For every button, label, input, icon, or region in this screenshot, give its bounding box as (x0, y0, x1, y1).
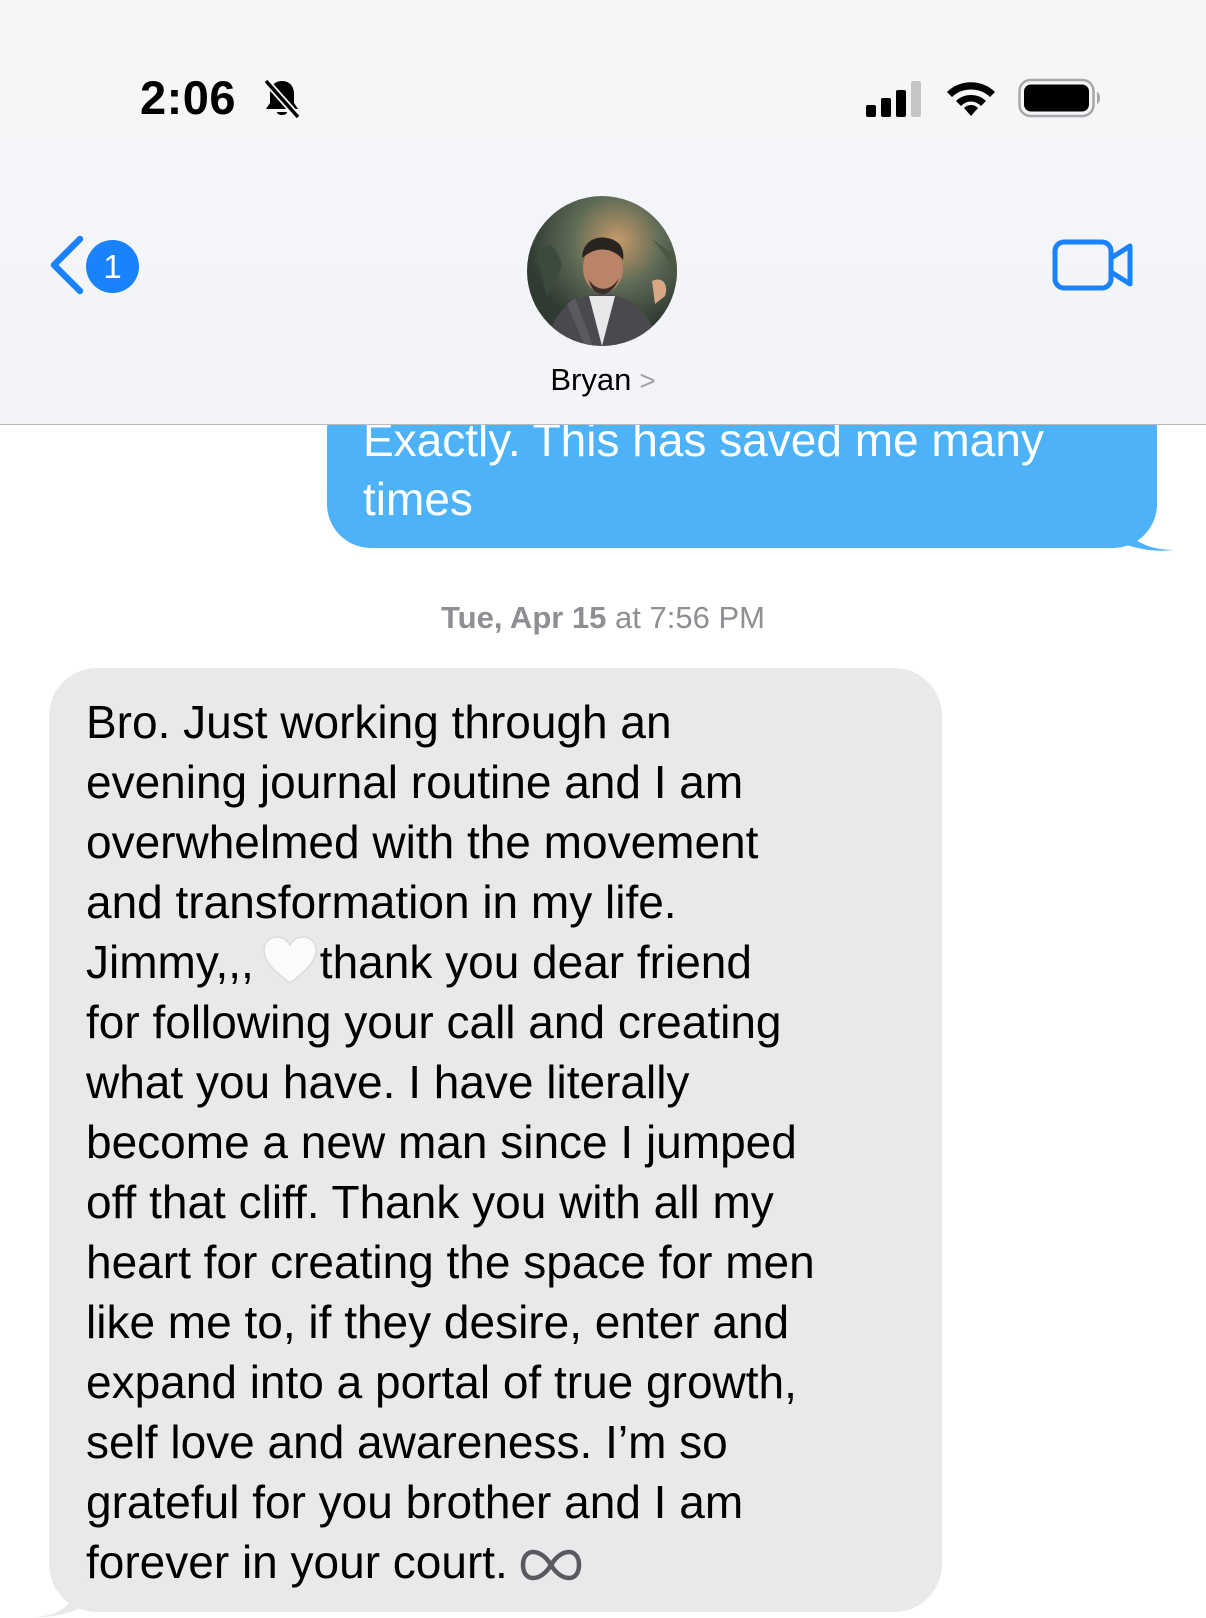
bell-slash-icon (263, 78, 301, 120)
message-timestamp: Tue, Apr 15 at 7:56 PM (0, 600, 1206, 636)
cellular-signal-icon (866, 81, 921, 117)
timestamp-day: Tue, Apr 15 (441, 600, 607, 635)
incoming-message-line: heart for creating the space for men (86, 1236, 815, 1288)
contact-name-button[interactable]: Bryan > (0, 362, 1206, 398)
conversation-header: 2:06 1 Bryan > (0, 0, 1206, 425)
battery-icon (1018, 78, 1100, 118)
incoming-message-line: evening journal routine and I am (86, 756, 744, 808)
contact-name: Bryan (550, 362, 632, 397)
unread-count-badge: 1 (86, 240, 139, 293)
incoming-message-line: grateful for you brother and I am (86, 1476, 744, 1528)
outgoing-bubble-tail (1118, 500, 1174, 551)
contact-avatar[interactable] (527, 196, 677, 346)
incoming-message-line: become a new man since I jumped (86, 1116, 797, 1168)
incoming-bubble-tail (32, 1560, 88, 1618)
incoming-message-bubble[interactable]: Bro. Just working through an evening jou… (49, 668, 942, 1612)
incoming-message-line: what you have. I have literally (86, 1056, 690, 1108)
incoming-message-line: for following your call and creating (86, 996, 782, 1048)
incoming-message-line: Bro. Just working through an (86, 696, 672, 748)
incoming-message-line: like me to, if they desire, enter and (86, 1296, 790, 1348)
video-camera-icon[interactable] (1052, 238, 1134, 292)
chevron-right-icon: > (639, 365, 656, 396)
incoming-message-text: Jimmy,,, (86, 936, 254, 988)
outgoing-message-line: times (363, 473, 473, 525)
incoming-message-line: off that cliff. Thank you with all my (86, 1176, 774, 1228)
incoming-message-line: Jimmy,,, thank you dear friend (86, 932, 912, 992)
status-time: 2:06 (140, 71, 237, 124)
incoming-message-line: self love and awareness. I’m so (86, 1416, 728, 1468)
incoming-message-text: thank you dear friend (319, 936, 752, 988)
timestamp-time: at 7:56 PM (606, 600, 765, 635)
incoming-message-line: overwhelmed with the movement (86, 816, 759, 868)
incoming-message-line: and transformation in my life. (86, 876, 677, 928)
back-button[interactable]: 1 (46, 232, 146, 298)
white-heart-icon (263, 936, 317, 984)
infinity-icon (520, 1549, 582, 1581)
incoming-message-text: forever in your court. (86, 1536, 508, 1588)
chevron-left-icon (50, 235, 84, 295)
incoming-message-line: forever in your court. (86, 1532, 912, 1592)
wifi-icon (947, 82, 995, 116)
incoming-message-line: expand into a portal of true growth, (86, 1356, 797, 1408)
